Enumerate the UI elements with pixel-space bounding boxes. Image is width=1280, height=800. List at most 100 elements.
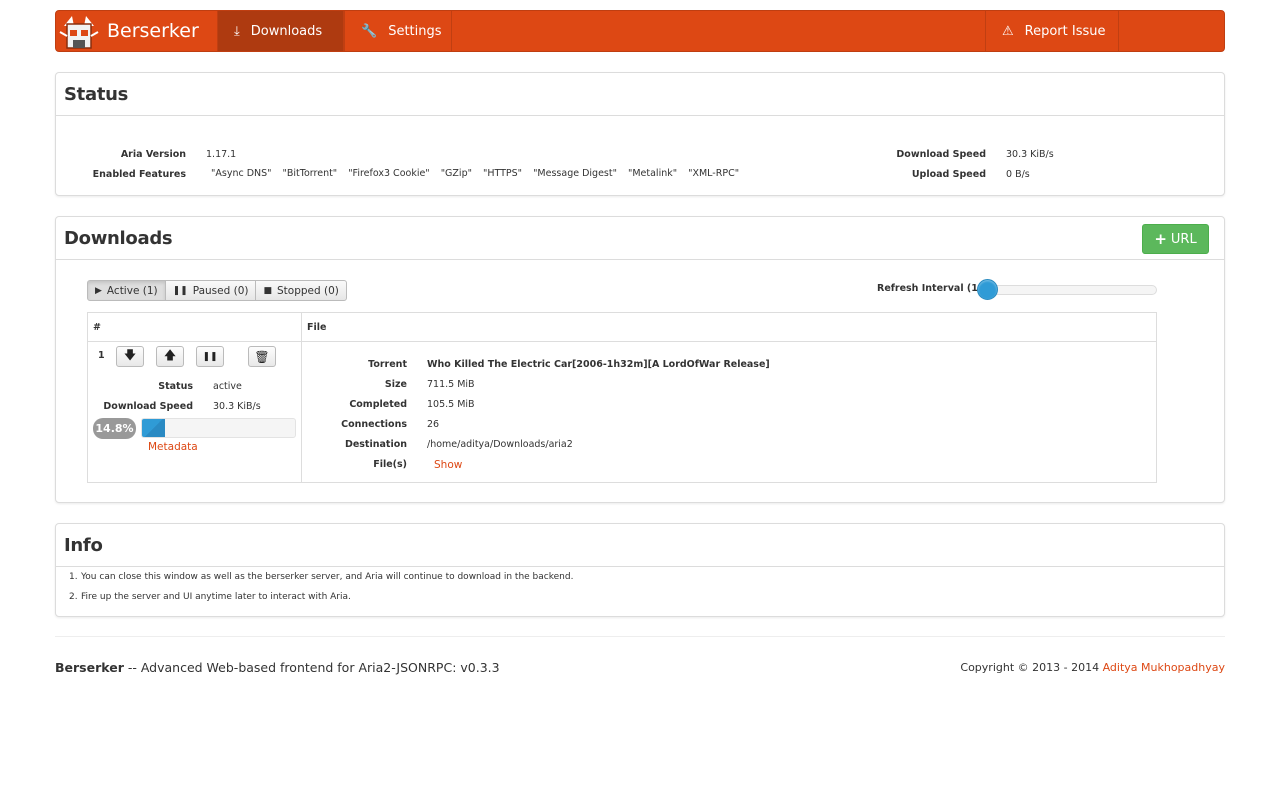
- downloads-panel-header: Downloads + URL: [56, 217, 1224, 260]
- wrench-icon: 🔧: [361, 23, 378, 39]
- nav-settings[interactable]: 🔧 Settings: [344, 11, 452, 51]
- enabled-features-list: "Async DNS" "BitTorrent" "Firefox3 Cooki…: [211, 168, 739, 179]
- footer-divider: [55, 636, 1225, 637]
- torrent-label: Torrent: [368, 359, 407, 370]
- download-speed-label: Download Speed: [896, 149, 986, 160]
- connections-value: 26: [427, 419, 440, 430]
- column-header-number: #: [93, 322, 101, 333]
- filter-paused-label: Paused (0): [192, 284, 249, 297]
- brand-name: Berserker: [107, 20, 199, 42]
- feature-tag: "Metalink": [627, 168, 678, 179]
- berserker-logo-icon: [59, 16, 99, 49]
- column-divider: [301, 313, 302, 482]
- upload-speed-label: Upload Speed: [911, 169, 986, 180]
- progress-badge: 14.8%: [93, 418, 136, 439]
- info-panel-header: Info: [56, 524, 1224, 567]
- info-list: 1. You can close this window as well as …: [69, 567, 573, 607]
- item-speed-label: Download Speed: [103, 401, 193, 412]
- destination-value: /home/aditya/Downloads/aria2: [427, 439, 573, 450]
- refresh-interval-slider-handle[interactable]: [977, 279, 998, 300]
- feature-tag: "Async DNS": [211, 168, 272, 179]
- pause-icon: ❚❚: [202, 351, 218, 362]
- trash-icon: 🗑: [254, 349, 270, 364]
- show-files-link[interactable]: Show: [434, 459, 462, 471]
- remove-download-button[interactable]: 🗑: [248, 346, 276, 367]
- nav-downloads-label: Downloads: [250, 23, 323, 39]
- copyright-text: Copyright © 2013 - 2014: [960, 661, 1103, 674]
- feature-tag: "Message Digest": [533, 168, 617, 179]
- footer-tagline-text: -- Advanced Web-based frontend for Aria2…: [123, 660, 500, 675]
- progress-bar: [141, 418, 296, 438]
- nav-report-issue[interactable]: ⚠ Report Issue: [985, 11, 1119, 51]
- feature-tag: "BitTorrent": [282, 168, 338, 179]
- status-panel: Status Aria Version 1.17.1 Enabled Featu…: [55, 72, 1225, 196]
- info-item-text: You can close this window as well as the…: [81, 572, 574, 582]
- plus-icon: +: [1154, 230, 1167, 248]
- refresh-interval-label: Refresh Interval (1s): [877, 283, 988, 294]
- warning-icon: ⚠: [1002, 23, 1014, 39]
- pause-download-button[interactable]: ❚❚: [196, 346, 224, 367]
- feature-tag: "GZip": [440, 168, 472, 179]
- status-panel-header: Status: [56, 73, 1224, 116]
- downloads-table: # File 1 🡇 🡅 ❚❚ 🗑 Status active Download…: [87, 312, 1157, 483]
- add-url-label: URL: [1170, 231, 1197, 247]
- item-status-label: Status: [158, 381, 193, 392]
- add-url-button[interactable]: + URL: [1142, 224, 1209, 254]
- nav-settings-label: Settings: [388, 23, 442, 39]
- footer-tagline: Berserker -- Advanced Web-based frontend…: [55, 660, 500, 675]
- arrow-up-icon: 🡅: [163, 348, 177, 362]
- list-item: 1. You can close this window as well as …: [69, 567, 573, 587]
- brand[interactable]: Berserker: [56, 11, 216, 51]
- filter-paused-button[interactable]: ❚❚ Paused (0): [164, 280, 257, 301]
- stop-icon: ■: [263, 285, 272, 296]
- files-label: File(s): [373, 459, 407, 470]
- footer-copyright: Copyright © 2013 - 2014 Aditya Mukhopadh…: [960, 661, 1225, 674]
- item-speed-value: 30.3 KiB/s: [213, 401, 261, 412]
- move-up-button[interactable]: 🡅: [156, 346, 184, 367]
- upload-speed-value: 0 B/s: [1006, 169, 1030, 180]
- feature-tag: "Firefox3 Cookie": [348, 168, 430, 179]
- refresh-interval-slider[interactable]: [986, 285, 1157, 295]
- info-title: Info: [64, 535, 103, 556]
- downloads-panel: Downloads + URL ▶ Active (1) ❚❚ Paused (…: [55, 216, 1225, 503]
- play-icon: ▶: [95, 285, 102, 296]
- table-header: # File: [88, 313, 1156, 342]
- torrent-name: Who Killed The Electric Car[2006-1h32m][…: [427, 359, 770, 370]
- filter-active-label: Active (1): [106, 284, 158, 297]
- author-link[interactable]: Aditya Mukhopadhyay: [1103, 661, 1225, 674]
- nav-report-label: Report Issue: [1024, 23, 1106, 39]
- filter-stopped-label: Stopped (0): [277, 284, 339, 297]
- enabled-features-label: Enabled Features: [92, 169, 186, 180]
- download-speed-value: 30.3 KiB/s: [1006, 149, 1054, 160]
- status-title: Status: [64, 84, 129, 105]
- navbar: Berserker ⤓ Downloads 🔧 Settings ⚠ Repor…: [55, 10, 1225, 52]
- filter-stopped-button[interactable]: ■ Stopped (0): [255, 280, 347, 301]
- download-index: 1: [98, 350, 105, 361]
- completed-value: 105.5 MiB: [427, 399, 475, 410]
- size-value: 711.5 MiB: [427, 379, 475, 390]
- arrow-down-icon: 🡇: [123, 348, 137, 362]
- destination-label: Destination: [344, 439, 407, 450]
- info-panel: Info 1. You can close this window as wel…: [55, 523, 1225, 617]
- column-header-file: File: [307, 322, 327, 333]
- download-icon: ⤓: [234, 23, 240, 39]
- aria-version-value: 1.17.1: [206, 149, 237, 160]
- completed-label: Completed: [349, 399, 407, 410]
- footer-brand: Berserker: [55, 660, 124, 675]
- pause-icon: ❚❚: [172, 285, 188, 296]
- download-filter-group: ▶ Active (1) ❚❚ Paused (0) ■ Stopped (0): [87, 280, 347, 301]
- list-item: 2. Fire up the server and UI anytime lat…: [69, 587, 573, 607]
- feature-tag: "HTTPS": [482, 168, 523, 179]
- move-down-button[interactable]: 🡇: [116, 346, 144, 367]
- aria-version-label: Aria Version: [120, 149, 186, 160]
- nav-downloads[interactable]: ⤓ Downloads: [217, 11, 344, 51]
- progress-bar-fill: [142, 419, 165, 437]
- info-item-text: Fire up the server and UI anytime later …: [81, 592, 351, 602]
- item-status-value: active: [213, 381, 242, 392]
- filter-active-button[interactable]: ▶ Active (1): [87, 280, 166, 301]
- feature-tag: "XML-RPC": [688, 168, 740, 179]
- downloads-title: Downloads: [64, 228, 173, 249]
- size-label: Size: [384, 379, 407, 390]
- connections-label: Connections: [341, 419, 407, 430]
- metadata-link[interactable]: Metadata: [148, 441, 198, 453]
